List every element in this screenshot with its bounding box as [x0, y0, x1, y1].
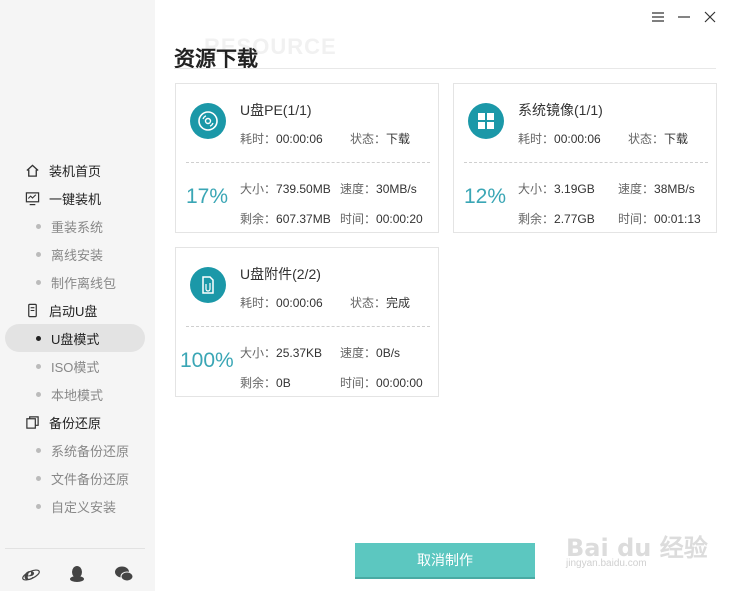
size-value: 大小：3.19GB — [518, 182, 595, 196]
time-value: 时间：00:00:00 — [340, 376, 423, 390]
sidebar-item-label: 制作离线包 — [51, 275, 117, 291]
bullet-icon — [36, 391, 41, 397]
bullet-icon — [36, 447, 41, 453]
sidebar-item-local-mode[interactable]: 本地模式 — [0, 380, 155, 408]
sidebar-item-system-backup[interactable]: 系统备份还原 — [0, 436, 155, 464]
sidebar-item-home[interactable]: 装机首页 — [0, 156, 155, 184]
window-controls — [650, 8, 718, 26]
elapsed-value: 耗时：00:00:06 — [240, 296, 323, 310]
sidebar-item-label: 启动U盘 — [49, 303, 98, 319]
sidebar-item-label: 本地模式 — [51, 387, 104, 403]
sidebar-item-label: ISO模式 — [51, 359, 100, 375]
sidebar-item-label: 离线安装 — [51, 247, 104, 263]
bullet-icon — [36, 503, 41, 509]
minimize-icon[interactable] — [676, 8, 692, 26]
progress-percent: 12% — [464, 185, 507, 208]
menu-icon[interactable] — [650, 8, 666, 26]
card-divider — [186, 326, 430, 327]
download-card-system-image: 系统镜像(1/1) 耗时：00:00:06 状态：下载 12% 大小：3.19G… — [453, 83, 717, 233]
download-name: U盘附件(2/2) — [240, 266, 321, 282]
sidebar-item-label: 文件备份还原 — [51, 471, 130, 487]
sidebar-item-label: 自定义安装 — [51, 499, 117, 515]
sidebar-item-label: 系统备份还原 — [51, 443, 130, 459]
time-value: 时间：00:01:13 — [618, 212, 701, 226]
bullet-icon — [36, 279, 41, 285]
ie-icon[interactable]: e — [19, 562, 43, 586]
speed-value: 速度：0B/s — [340, 346, 401, 360]
size-value: 大小：25.37KB — [240, 346, 323, 360]
download-card-usb-attachment: U盘附件(2/2) 耗时：00:00:06 状态：完成 100% 大小：25.3… — [175, 247, 439, 397]
remain-value: 剩余：0B — [240, 376, 291, 390]
bullet-icon — [36, 335, 41, 341]
bullet-icon — [36, 475, 41, 481]
sidebar-item-custom-install[interactable]: 自定义安装 — [0, 492, 155, 520]
progress-percent: 100% — [180, 349, 234, 372]
sidebar-item-label: 备份还原 — [49, 415, 102, 431]
card-divider — [464, 162, 708, 163]
backup-icon — [24, 414, 40, 430]
bullet-icon — [36, 223, 41, 229]
title-divider — [174, 68, 716, 69]
sidebar-item-backup-restore[interactable]: 备份还原 — [0, 408, 155, 436]
wechat-icon[interactable] — [112, 562, 136, 586]
cancel-make-button[interactable]: 取消制作 — [355, 543, 535, 579]
windows-icon — [468, 103, 504, 139]
sidebar-item-boot-usb[interactable]: 启动U盘 — [0, 296, 155, 324]
baidu-jingyan-watermark: Bai du 经验 jingyan.baidu.com — [560, 512, 710, 580]
status-value: 状态：下载 — [350, 132, 411, 146]
qq-icon[interactable] — [65, 562, 89, 586]
download-name: U盘PE(1/1) — [240, 102, 312, 118]
disc-icon — [190, 103, 226, 139]
time-value: 时间：00:00:20 — [340, 212, 423, 226]
sidebar-item-usb-mode[interactable]: U盘模式 — [5, 324, 145, 352]
home-icon — [24, 162, 40, 178]
sidebar-item-offline-install[interactable]: 离线安装 — [0, 240, 155, 268]
bullet-icon — [36, 251, 41, 257]
download-name: 系统镜像(1/1) — [518, 102, 603, 118]
sidebar-item-label: 一键装机 — [49, 191, 102, 207]
size-value: 大小：739.50MB — [240, 182, 331, 196]
elapsed-value: 耗时：00:00:06 — [518, 132, 601, 146]
elapsed-value: 耗时：00:00:06 — [240, 132, 323, 146]
sidebar: 装机首页 一键装机 重装系统 离线安装 制作离线包 启动U盘 U盘模式 ISO模… — [0, 0, 155, 591]
sidebar-footer: e — [0, 560, 155, 588]
sidebar-item-label: 重装系统 — [51, 219, 104, 235]
sidebar-divider — [5, 548, 145, 549]
monitor-icon — [24, 190, 40, 206]
speed-value: 速度：38MB/s — [618, 182, 695, 196]
sidebar-item-one-click[interactable]: 一键装机 — [0, 184, 155, 212]
attachment-file-icon — [190, 267, 226, 303]
bullet-icon — [36, 363, 41, 369]
remain-value: 剩余：2.77GB — [518, 212, 595, 226]
status-value: 状态：下载 — [628, 132, 689, 146]
sidebar-item-make-offline[interactable]: 制作离线包 — [0, 268, 155, 296]
download-card-usb-pe: U盘PE(1/1) 耗时：00:00:06 状态：下载 17% 大小：739.5… — [175, 83, 439, 233]
remain-value: 剩余：607.37MB — [240, 212, 331, 226]
sidebar-nav: 装机首页 一键装机 重装系统 离线安装 制作离线包 启动U盘 U盘模式 ISO模… — [0, 156, 155, 520]
sidebar-item-label: 装机首页 — [49, 163, 102, 179]
watermark-url-text: jingyan.baidu.com — [566, 558, 647, 569]
sidebar-item-reinstall[interactable]: 重装系统 — [0, 212, 155, 240]
sidebar-item-iso-mode[interactable]: ISO模式 — [0, 352, 155, 380]
sidebar-item-file-backup[interactable]: 文件备份还原 — [0, 464, 155, 492]
progress-percent: 17% — [186, 185, 229, 208]
speed-value: 速度：30MB/s — [340, 182, 417, 196]
sidebar-item-label: U盘模式 — [51, 331, 100, 347]
close-icon[interactable] — [702, 8, 718, 26]
status-value: 状态：完成 — [350, 296, 411, 310]
usb-icon — [24, 302, 40, 318]
card-divider — [186, 162, 430, 163]
